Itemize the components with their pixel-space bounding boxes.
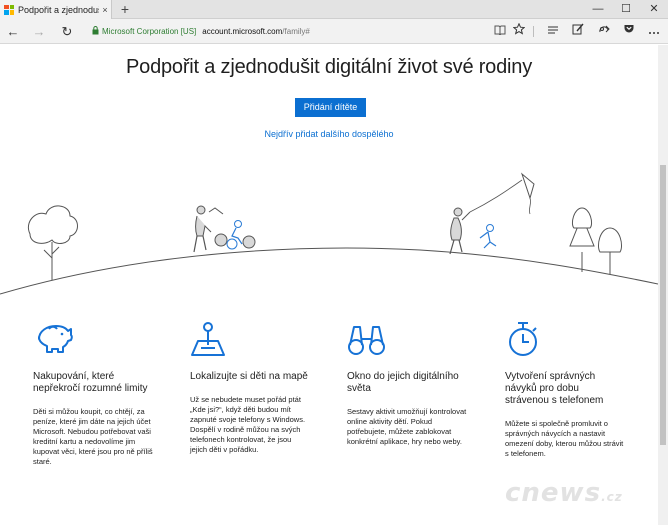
binoculars-icon <box>347 319 387 359</box>
feature-shopping: Nakupování, které nepřekročí rozumné lim… <box>33 319 153 467</box>
feature-title: Lokalizujte si děti na mapě <box>190 371 308 382</box>
feature-location: Lokalizujte si děti na mapě Už se nebude… <box>190 319 310 455</box>
tab-bar: Podpořit a zjednodušit d × + — ☐ ✕ <box>0 0 668 19</box>
cnews-watermark: cnews.cz <box>505 478 623 508</box>
url-path: /family# <box>282 27 310 36</box>
watermark-main: cnews <box>505 478 602 508</box>
feature-description: Děti si můžou koupit, co chtějí, za pení… <box>33 407 153 466</box>
url-host: account.microsoft.com <box>202 27 283 36</box>
kite-flying-figures <box>449 172 535 255</box>
feature-description: Sestavy aktivit umožňují kontrolovat onl… <box>347 407 467 446</box>
family-illustration <box>0 172 658 295</box>
feature-activity: Okno do jejich digitálního světa Sestavy… <box>347 319 467 447</box>
add-adult-link-text[interactable]: Nejdřív přidat dalšího dospělého <box>264 129 393 139</box>
page-title: Podpořit a zjednodušit digitální život s… <box>126 56 532 78</box>
toolbar-divider <box>533 26 534 37</box>
feature-title: Vytvoření správných návyků pro dobu strá… <box>505 371 604 406</box>
new-tab-button[interactable]: + <box>118 1 132 17</box>
share-icon[interactable] <box>596 23 612 40</box>
hill-line <box>0 247 658 295</box>
forward-button[interactable]: → <box>30 23 48 40</box>
add-adult-link: Nejdřív přidat dalšího dospělého <box>0 129 658 139</box>
web-note-icon[interactable] <box>570 23 586 40</box>
pocket-icon[interactable] <box>621 23 637 40</box>
back-button[interactable]: ← <box>4 23 22 40</box>
feature-description: Můžete si společně promluvit o správných… <box>505 419 624 458</box>
watermark-sub: .cz <box>601 490 623 504</box>
tree-left-icon <box>28 205 78 280</box>
tab-active[interactable]: Podpořit a zjednodušit d × <box>0 0 112 19</box>
hub-icon[interactable] <box>545 23 561 40</box>
minimize-button[interactable]: — <box>584 0 612 19</box>
add-child-button[interactable]: Přidání dítěte <box>295 98 366 117</box>
tab-close-icon[interactable]: × <box>99 5 111 15</box>
maximize-button[interactable]: ☐ <box>612 0 640 19</box>
feature-title: Okno do jejich digitálního světa <box>347 371 459 394</box>
vertical-scrollbar[interactable] <box>658 45 668 525</box>
stopwatch-icon <box>505 319 545 359</box>
piggy-bank-icon <box>33 319 73 359</box>
feature-screen-time: Vytvoření správných návyků pro dobu strá… <box>505 319 625 459</box>
more-icon[interactable] <box>646 23 662 40</box>
microsoft-logo-icon <box>4 4 14 15</box>
family-walking-figures <box>193 205 256 253</box>
feature-title: Nakupování, které nepřekročí rozumné lim… <box>33 371 148 394</box>
certificate-org: Microsoft Corporation [US] <box>102 27 197 36</box>
tab-title: Podpořit a zjednodušit d <box>18 4 99 15</box>
address-field[interactable]: Microsoft Corporation [US] account.micro… <box>92 24 310 39</box>
feature-description: Už se nebudete muset pořád ptát „Kde jsi… <box>190 395 306 454</box>
map-pin-icon <box>190 319 230 359</box>
scrollbar-thumb[interactable] <box>660 165 666 445</box>
tree-right-icon <box>569 207 623 274</box>
page-content: Podpořit a zjednodušit digitální život s… <box>0 45 658 525</box>
close-window-button[interactable]: ✕ <box>640 0 668 19</box>
lock-icon <box>92 26 99 37</box>
refresh-button[interactable]: ↻ <box>58 23 76 40</box>
address-toolbar: ← → ↻ Microsoft Corporation [US] account… <box>0 19 668 44</box>
favorites-star-icon[interactable] <box>511 22 527 40</box>
reading-view-icon[interactable] <box>492 23 508 40</box>
